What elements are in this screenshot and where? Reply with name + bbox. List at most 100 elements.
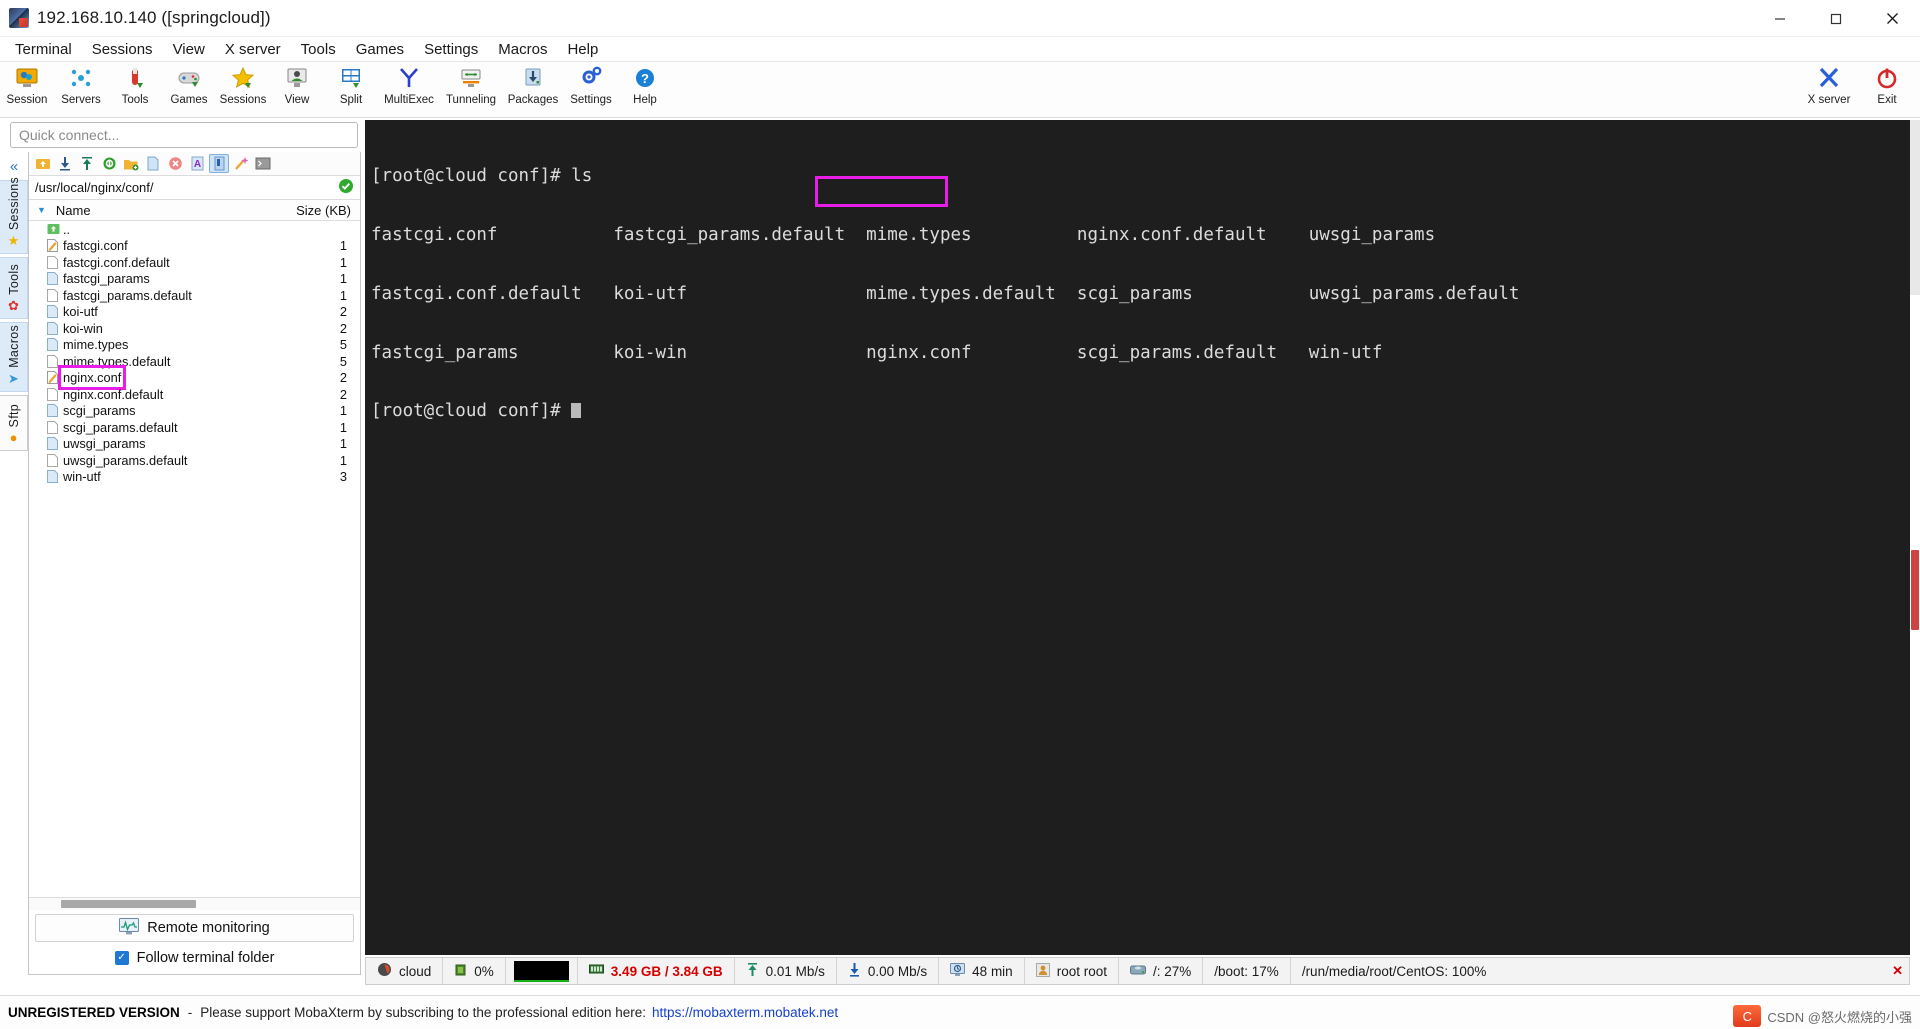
list-item[interactable]: scgi_params 1: [29, 403, 360, 420]
list-item[interactable]: scgi_params.default 1: [29, 419, 360, 436]
menu-sessions[interactable]: Sessions: [82, 39, 163, 60]
menu-macros[interactable]: Macros: [488, 39, 557, 60]
list-item[interactable]: fastcgi.conf 1: [29, 238, 360, 255]
toolbar-view-button[interactable]: View: [270, 62, 324, 106]
status-uptime[interactable]: 48 min: [939, 958, 1025, 984]
remote-monitoring-button[interactable]: Remote monitoring: [35, 914, 354, 942]
column-header-size[interactable]: Size (KB): [292, 203, 360, 218]
quick-connect-input[interactable]: Quick connect...: [10, 122, 358, 148]
column-header-name-cell[interactable]: ▼ Name: [29, 203, 292, 218]
toolbar-servers-button[interactable]: Servers: [54, 62, 108, 106]
status-memory[interactable]: 3.49 GB / 3.84 GB: [578, 958, 735, 984]
window-title: 192.168.10.140 ([springcloud]): [37, 8, 271, 27]
list-item[interactable]: fastcgi_params 1: [29, 271, 360, 288]
toolbar-tunneling-button[interactable]: Tunneling: [440, 62, 502, 106]
status-cpu[interactable]: 0%: [443, 958, 506, 984]
toolbar-tools-button[interactable]: Tools: [108, 62, 162, 106]
file-name: win-utf: [63, 469, 101, 485]
list-item[interactable]: koi-win 2: [29, 320, 360, 337]
list-item[interactable]: win-utf 3: [29, 469, 360, 486]
left-ribbon: « ★ Sessions ✿ Tools ➤ Macros ● Sftp: [0, 152, 28, 975]
toolbar-help-button[interactable]: ? Help: [618, 62, 672, 106]
scrollbar-thumb[interactable]: [61, 900, 196, 908]
follow-folder-icon[interactable]: [209, 154, 229, 173]
terminal-icon[interactable]: [253, 154, 273, 173]
list-item[interactable]: fastcgi_params.default 1: [29, 287, 360, 304]
terminal-scrollbar-thumb[interactable]: [1911, 550, 1919, 630]
new-folder-icon[interactable]: [121, 154, 141, 173]
menu-settings[interactable]: Settings: [414, 39, 488, 60]
file-name-cell: scgi_params.default: [29, 420, 292, 435]
follow-terminal-folder-row[interactable]: ✓ Follow terminal folder: [29, 942, 360, 974]
status-disk-media[interactable]: /run/media/root/CentOS: 100%: [1291, 958, 1498, 984]
parent-folder-icon[interactable]: [33, 154, 53, 173]
maximize-button[interactable]: [1808, 0, 1864, 37]
ribbon-tab-sessions[interactable]: ★ Sessions: [0, 177, 28, 254]
file-name: mime.types.default: [63, 353, 171, 369]
delete-icon[interactable]: [165, 154, 185, 173]
status-disk-root[interactable]: /: 27%: [1119, 958, 1204, 984]
toolbar-packages-button[interactable]: Packages: [502, 62, 564, 106]
minimize-button[interactable]: [1752, 0, 1808, 37]
toolbar-settings-button[interactable]: Settings: [564, 62, 618, 106]
view-icon: [284, 65, 310, 91]
monitor-graph-icon: [119, 917, 140, 939]
list-item[interactable]: ..: [29, 221, 360, 238]
list-item[interactable]: uwsgi_params.default 1: [29, 452, 360, 469]
ribbon-tab-tools[interactable]: ✿ Tools: [0, 257, 28, 319]
menu-view[interactable]: View: [163, 39, 215, 60]
status-download[interactable]: 0.00 Mb/s: [837, 958, 940, 984]
ribbon-tab-macros[interactable]: ➤ Macros: [0, 322, 28, 392]
refresh-icon[interactable]: [99, 154, 119, 173]
toolbar-help-label: Help: [633, 94, 657, 106]
terminal-line: fastcgi_params koi-win nginx.conf scgi_p…: [371, 342, 1383, 363]
status-host[interactable]: cloud: [366, 958, 444, 984]
list-item[interactable]: mime.types.default 5: [29, 353, 360, 370]
menu-help[interactable]: Help: [557, 39, 608, 60]
status-cpu-graph[interactable]: [506, 958, 578, 984]
toolbar-xserver-button[interactable]: X server: [1800, 62, 1858, 106]
menu-xserver[interactable]: X server: [215, 39, 291, 60]
text-mode-icon[interactable]: A: [187, 154, 207, 173]
status-close-icon[interactable]: ✕: [1892, 963, 1903, 979]
file-size: 1: [339, 254, 347, 270]
toolbar-games-label: Games: [170, 94, 208, 106]
terminal-output[interactable]: [root@cloud conf]# ls fastcgi.conf fastc…: [365, 120, 1910, 955]
footer-link[interactable]: https://mobaxterm.mobatek.net: [652, 1005, 838, 1020]
list-item[interactable]: fastcgi.conf.default 1: [29, 254, 360, 271]
sftp-horizontal-scrollbar[interactable]: [29, 897, 360, 910]
status-user[interactable]: root root: [1025, 958, 1119, 984]
download-icon[interactable]: [55, 154, 75, 173]
menu-terminal[interactable]: Terminal: [5, 39, 82, 60]
terminal-scrollbar-track[interactable]: [1910, 120, 1920, 295]
toolbar-games-button[interactable]: Games: [162, 62, 216, 106]
list-item[interactable]: koi-utf 2: [29, 304, 360, 321]
list-item[interactable]: mime.types 5: [29, 337, 360, 354]
sftp-path-bar[interactable]: /usr/local/nginx/conf/: [29, 176, 360, 200]
toolbar-right-group: X server Exit: [1800, 62, 1916, 106]
ribbon-tab-sftp[interactable]: ● Sftp: [0, 395, 28, 451]
list-item-nginx-conf[interactable]: nginx.conf 2: [29, 365, 360, 391]
footer-dash: -: [187, 1005, 193, 1020]
magic-icon[interactable]: [231, 154, 251, 173]
terminal-text: [root@cloud conf]# ls fastcgi.conf fastc…: [365, 120, 1910, 461]
list-item[interactable]: uwsgi_params 1: [29, 436, 360, 453]
sftp-path-value: /usr/local/nginx/conf/: [35, 180, 154, 195]
status-disk-boot[interactable]: /boot: 17%: [1203, 958, 1291, 984]
toolbar-multiexec-button[interactable]: MultiExec: [378, 62, 440, 106]
menu-tools[interactable]: Tools: [291, 39, 346, 60]
menu-games[interactable]: Games: [346, 39, 414, 60]
sftp-file-list[interactable]: .. fastcgi.conf 1 fastcgi.conf.default 1: [29, 221, 360, 897]
list-item[interactable]: nginx.conf.default 2: [29, 386, 360, 403]
new-file-icon[interactable]: [143, 154, 163, 173]
toolbar-split-button[interactable]: Split: [324, 62, 378, 106]
collapse-chevrons-icon[interactable]: «: [0, 152, 28, 180]
toolbar-sessions-button[interactable]: Sessions: [216, 62, 270, 106]
toolbar-exit-button[interactable]: Exit: [1858, 62, 1916, 106]
upload-icon[interactable]: [77, 154, 97, 173]
status-upload[interactable]: 0.01 Mb/s: [735, 958, 837, 984]
toolbar-session-button[interactable]: Session: [0, 62, 54, 106]
follow-terminal-folder-checkbox[interactable]: ✓: [114, 951, 129, 965]
close-button[interactable]: [1864, 0, 1920, 37]
status-uptime-label: 48 min: [972, 963, 1013, 979]
